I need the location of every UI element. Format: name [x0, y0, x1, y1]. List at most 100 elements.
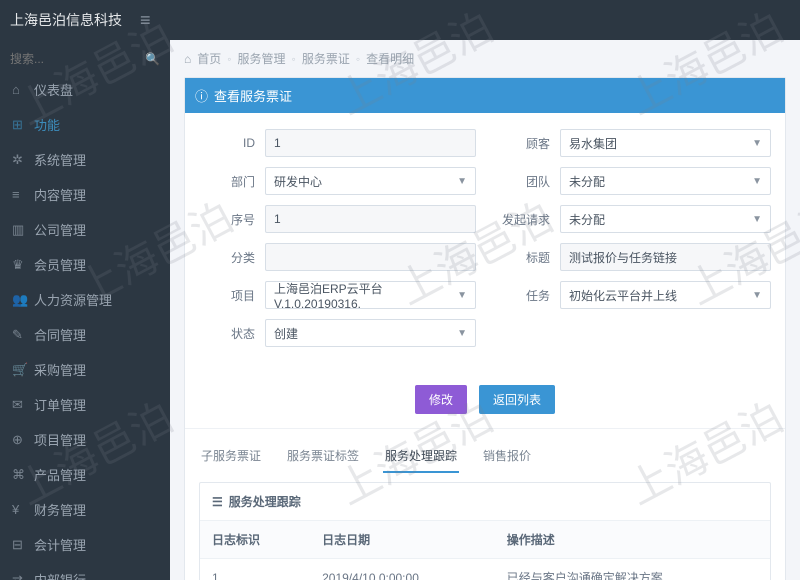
sidebar-item-label: 财务管理: [34, 500, 86, 519]
home-icon[interactable]: ⌂: [184, 52, 191, 66]
sidebar-item[interactable]: ✉ 订单管理: [0, 387, 170, 422]
chevron-down-icon: ▼: [457, 176, 467, 187]
tab-sub-tickets[interactable]: 子服务票证: [199, 439, 263, 472]
tab-quote[interactable]: 销售报价: [481, 439, 533, 472]
sidebar-item[interactable]: ¥ 财务管理: [0, 492, 170, 527]
chevron-down-icon: ▼: [752, 138, 762, 149]
sidebar-item-label: 合同管理: [34, 325, 86, 344]
ticket-form: ID 1 顾客 易水集团▼ 部门 研发中心▼ 团队 未分配▼: [185, 113, 785, 377]
label-id: ID: [199, 136, 255, 150]
sidebar-item[interactable]: 🛒 采购管理: [0, 352, 170, 387]
sidebar-item[interactable]: ⊞功能: [0, 107, 170, 142]
label-project: 项目: [199, 287, 255, 304]
sidebar-item-label: 采购管理: [34, 360, 86, 379]
sidebar-item[interactable]: ♛ 会员管理: [0, 247, 170, 282]
nav-icon: ♛: [12, 257, 26, 273]
crumb-0[interactable]: 首页: [197, 50, 221, 67]
th-desc: 操作描述: [495, 521, 770, 559]
field-seq: 1: [265, 205, 476, 233]
nav-icon: ⊕: [12, 432, 26, 448]
crumb-2[interactable]: 服务票证: [302, 50, 350, 67]
th-logid: 日志标识: [200, 521, 310, 559]
sidebar-item[interactable]: 👥 人力资源管理: [0, 282, 170, 317]
nav-icon: 👥: [12, 292, 26, 308]
tracking-table: 日志标识 日志日期 操作描述 1 2019/4/10 0:00:00 已经与客户…: [200, 521, 770, 580]
select-request[interactable]: 未分配▼: [560, 205, 771, 233]
field-id: 1: [265, 129, 476, 157]
select-customer[interactable]: 易水集团▼: [560, 129, 771, 157]
sidebar-item-label: 订单管理: [34, 395, 86, 414]
field-category[interactable]: [265, 243, 476, 271]
edit-button[interactable]: 修改: [415, 385, 467, 414]
sidebar-item-label: 会计管理: [34, 535, 86, 554]
label-title: 标题: [494, 249, 550, 266]
sidebar-item[interactable]: ⇄内部银行: [0, 562, 170, 580]
sidebar-item[interactable]: ✎合同管理: [0, 317, 170, 352]
sidebar-item-label: 功能: [34, 115, 60, 134]
sidebar-item-label: 仪表盘: [34, 80, 73, 99]
tab-tags[interactable]: 服务票证标签: [285, 439, 361, 472]
cell-desc: 已经与客户沟通确定解决方案: [495, 559, 770, 580]
hamburger-icon[interactable]: ≡: [140, 10, 151, 31]
nav-icon: 🛒: [12, 362, 26, 378]
label-dept: 部门: [199, 173, 255, 190]
crumb-sep: ◦: [356, 52, 360, 66]
select-project[interactable]: 上海邑泊ERP云平台 V.1.0.20190316.▼: [265, 281, 476, 309]
panel-header: ⓘ 查看服务票证: [185, 78, 785, 113]
nav-icon: ⌘: [12, 467, 26, 483]
label-task: 任务: [494, 287, 550, 304]
nav-icon: ⊟: [12, 537, 26, 553]
chevron-down-icon: ▼: [752, 290, 762, 301]
tracking-title: 服务处理跟踪: [229, 493, 301, 510]
nav-icon: ▥: [12, 222, 26, 238]
select-state[interactable]: 创建▼: [265, 319, 476, 347]
search-icon[interactable]: 🔍: [145, 52, 160, 66]
sidebar-item-label: 系统管理: [34, 150, 86, 169]
sidebar-item[interactable]: ⊕ 项目管理: [0, 422, 170, 457]
tracking-header: ☰ 服务处理跟踪: [200, 483, 770, 521]
select-team[interactable]: 未分配▼: [560, 167, 771, 195]
sidebar-item-label: 会员管理: [34, 255, 86, 274]
sidebar-item[interactable]: ▥公司管理: [0, 212, 170, 247]
label-category: 分类: [199, 249, 255, 266]
sidebar-item[interactable]: ≡ 内容管理: [0, 177, 170, 212]
search-input[interactable]: [10, 52, 130, 66]
sidebar-item[interactable]: ✲ 系统管理: [0, 142, 170, 177]
field-title[interactable]: 测试报价与任务链接: [560, 243, 771, 271]
detail-tabs: 子服务票证 服务票证标签 服务处理跟踪 销售报价: [185, 428, 785, 472]
crumb-3: 查看明细: [366, 50, 414, 67]
cell-logdate: 2019/4/10 0:00:00: [310, 559, 495, 580]
chevron-down-icon: ▼: [457, 328, 467, 339]
sidebar-item-label: 内容管理: [34, 185, 86, 204]
list-icon: ☰: [212, 495, 223, 509]
label-state: 状态: [199, 325, 255, 342]
tab-tracking[interactable]: 服务处理跟踪: [383, 439, 459, 472]
select-dept[interactable]: 研发中心▼: [265, 167, 476, 195]
sidebar-item[interactable]: ⌂ 仪表盘: [0, 72, 170, 107]
crumb-1[interactable]: 服务管理: [238, 50, 286, 67]
info-icon: ⓘ: [195, 86, 208, 105]
sidebar-item[interactable]: ⌘产品管理: [0, 457, 170, 492]
select-task[interactable]: 初始化云平台并上线▼: [560, 281, 771, 309]
topbar: 上海邑泊信息科技 ≡: [0, 0, 800, 40]
sidebar-search[interactable]: 🔍: [0, 46, 170, 72]
brand-title: 上海邑泊信息科技: [10, 10, 122, 30]
tracking-panel: ☰ 服务处理跟踪 日志标识 日志日期 操作描述 1 2019: [199, 482, 771, 580]
nav-icon: ⇄: [12, 572, 26, 580]
sidebar-item-label: 项目管理: [34, 430, 86, 449]
table-row[interactable]: 1 2019/4/10 0:00:00 已经与客户沟通确定解决方案: [200, 559, 770, 580]
label-seq: 序号: [199, 211, 255, 228]
crumb-sep: ◦: [292, 52, 296, 66]
nav-icon: ¥: [12, 502, 26, 517]
chevron-down-icon: ▼: [457, 290, 467, 301]
nav-icon: ⌂: [12, 82, 26, 97]
nav-icon: ✲: [12, 152, 26, 168]
back-list-button[interactable]: 返回列表: [479, 385, 555, 414]
sidebar-item[interactable]: ⊟ 会计管理: [0, 527, 170, 562]
sidebar-item-label: 人力资源管理: [34, 290, 112, 309]
nav-icon: ✉: [12, 397, 26, 413]
chevron-down-icon: ▼: [752, 214, 762, 225]
sidebar: 🔍 ⌂ 仪表盘 ⊞功能 ✲ 系统管理 ≡ 内容管理 ▥公司管理 ♛ 会员管理 👥 人力资源管理 ✎合同管…: [0, 40, 170, 580]
label-team: 团队: [494, 173, 550, 190]
nav-icon: ≡: [12, 187, 26, 202]
